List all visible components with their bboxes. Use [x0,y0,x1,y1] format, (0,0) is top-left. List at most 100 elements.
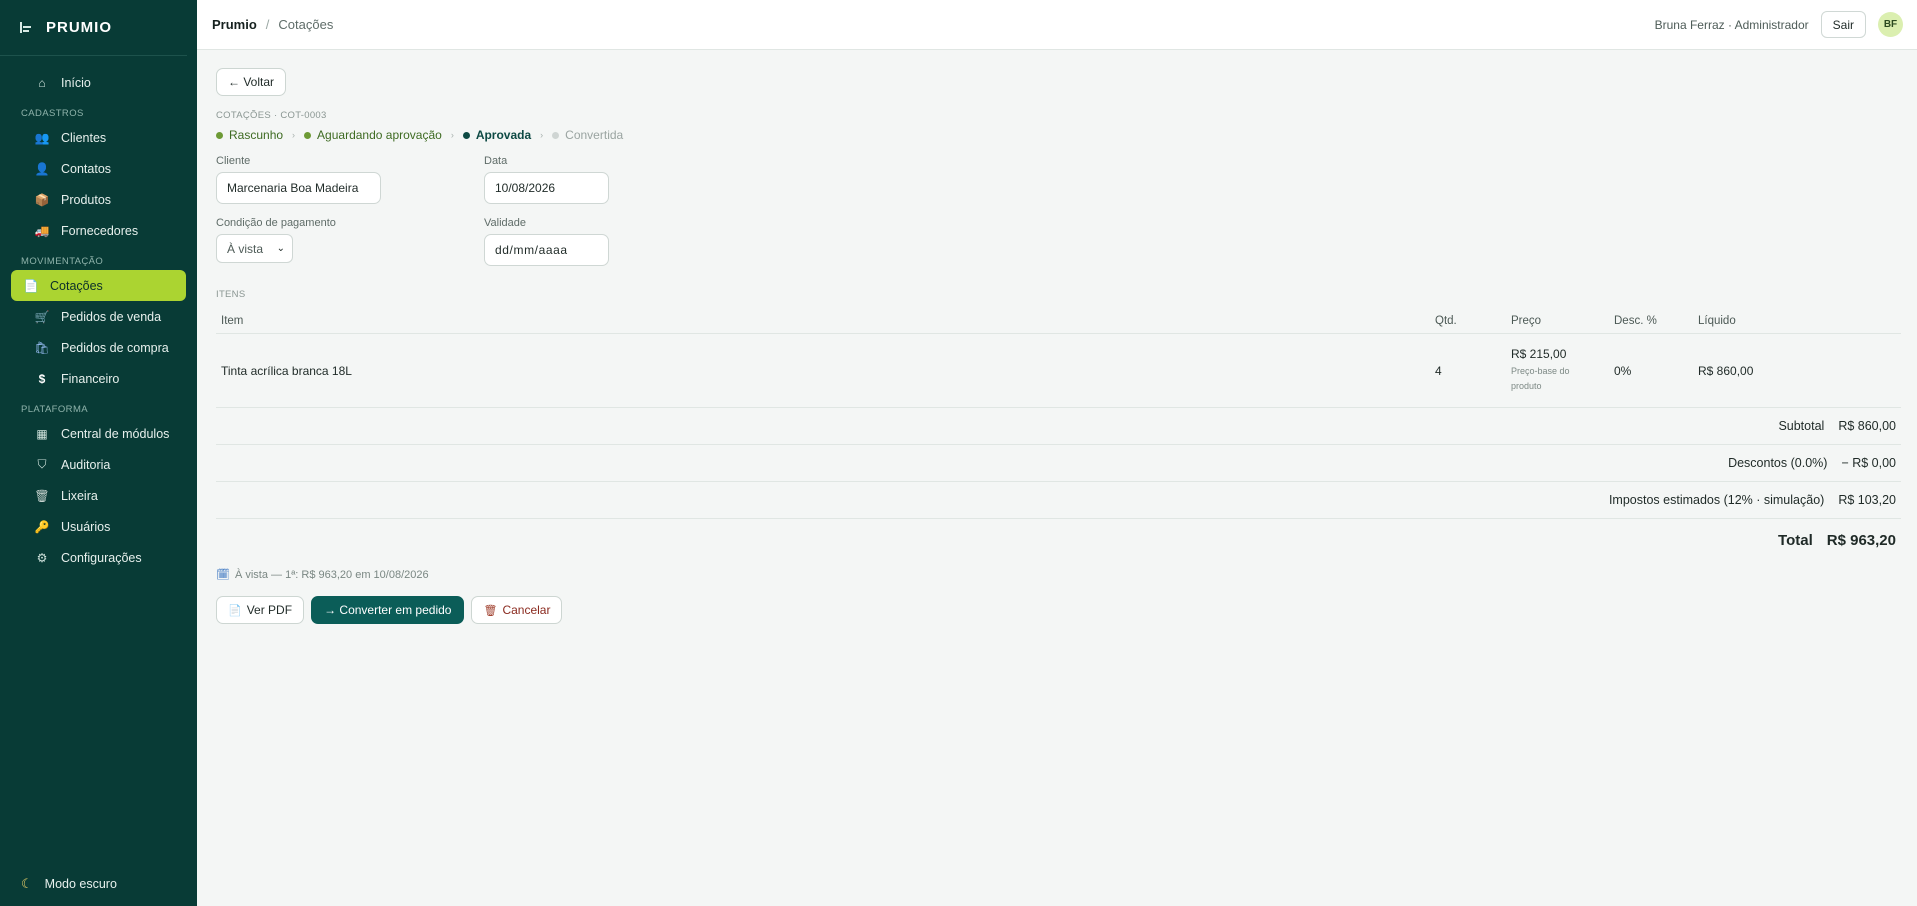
sidebar-item-label: Financeiro [61,371,120,386]
cell-item: Tinta acrílica branca 18L [221,363,352,378]
dark-mode-toggle[interactable]: ☾ Modo escuro [21,876,117,892]
app-root: PRUMIO ⌂ Início CADASTROS 👥 Clientes 👤 C… [0,0,1917,906]
sidebar-item-configuracoes[interactable]: ⚙ Configurações [11,542,186,573]
sidebar-item-label: Início [61,75,91,90]
payment-note-text: À vista — 1ª: R$ 963,20 em 10/08/2026 [234,568,429,581]
sidebar-item-label: Contatos [61,161,112,176]
package-icon: 📦 [34,192,50,207]
sidebar-item-lixeira[interactable]: 🗑 Lixeira [11,480,186,511]
col-header-item: Item [221,315,244,327]
table-row: Tinta acrílica branca 18L 4 R$ 215,00 Pr… [216,334,1901,408]
cell-desc: 0% [1614,363,1632,378]
table-header: Item Qtd. Preço Desc. % Líquido [216,309,1901,334]
col-header-desc: Desc. % [1614,315,1657,327]
sidebar-item-label: Pedidos de venda [61,309,162,324]
status-stepper: Rascunho › Aguardando aprovação › Aprova… [216,128,1901,142]
sidebar-item-auditoria[interactable]: ⛉ Auditoria [11,449,186,480]
impostos-value: R$ 103,20 [1838,493,1896,507]
sidebar-item-central-modulos[interactable]: ▦ Central de módulos [11,418,186,449]
gear-icon: ⚙ [36,550,48,565]
breadcrumb-root[interactable]: Prumio [212,17,257,32]
sidebar-item-label: Configurações [61,550,142,565]
contacts-icon: 👤 [34,161,50,176]
step-dot-icon [462,131,470,139]
step-label: Aguardando aprovação [317,128,442,142]
sidebar-item-label: Fornecedores [61,223,139,238]
data-field-group: Data 10/08/2026 [484,155,684,204]
avatar[interactable]: BF [1878,12,1903,37]
truck-icon: 🚚 [34,223,50,238]
sidebar-item-label: Clientes [61,130,107,145]
user-area: Bruna Ferraz · Administrador Sair BF [1655,11,1903,38]
sidebar-item-contatos[interactable]: 👤 Contatos [11,153,186,184]
logout-button[interactable]: Sair [1820,11,1866,38]
quote-code: COTAÇÕES · COT-0003 [216,110,327,121]
sidebar-item-inicio[interactable]: ⌂ Início [11,67,186,98]
condicao-select[interactable]: À vista ⌄ [216,234,293,263]
brand[interactable]: PRUMIO [0,0,187,56]
descontos-label: Descontos (0.0%) [1728,456,1828,470]
validade-field[interactable]: dd/mm/aaaa [484,234,609,266]
trash-icon: 🗑 [483,604,498,617]
col-header-liquido: Líquido [1698,315,1736,327]
sidebar-item-financeiro[interactable]: $ Financeiro [11,363,186,394]
col-header-qtd: Qtd. [1435,315,1457,327]
subtotal-row: Subtotal R$ 860,00 [216,408,1901,445]
condicao-field-group: Condição de pagamento À vista ⌄ [216,217,484,266]
topbar: Prumio / Cotações Bruna Ferraz · Adminis… [197,0,1917,50]
cell-preco: R$ 215,00 Preço-base do produto [1511,347,1614,394]
step-dot-icon [216,131,223,139]
sidebar-item-usuarios[interactable]: 🔑 Usuários [11,511,186,542]
brand-name: PRUMIO [46,19,112,36]
trash-icon: 🗑 [34,488,50,503]
sidebar-item-clientes[interactable]: 👥 Clientes [11,122,186,153]
sidebar-item-label: Cotações [50,278,103,293]
step-label: Aprovada [475,128,532,142]
sidebar-item-pedidos-compra[interactable]: 🛍 Pedidos de compra [11,332,186,363]
sidebar-item-label: Auditoria [61,457,111,472]
chevron-right-icon: › [540,130,544,140]
quote-form: Cliente Marcenaria Boa Madeira Data 10/0… [216,155,1901,279]
sidebar-item-label: Usuários [61,519,111,534]
convert-order-button[interactable]: → Converter em pedido [311,596,465,624]
view-pdf-button[interactable]: 📄 Ver PDF [216,596,305,624]
step-aprovada: Aprovada [462,128,532,142]
sidebar-item-produtos[interactable]: 📦 Produtos [11,184,186,215]
shield-icon: ⛉ [37,457,47,471]
totals: Subtotal R$ 860,00 Descontos (0.0%) − R$… [216,408,1901,561]
cliente-field[interactable]: Marcenaria Boa Madeira [216,172,381,204]
cancel-label: Cancelar [502,603,551,617]
action-bar: 📄 Ver PDF → Converter em pedido 🗑 Cancel… [216,596,1901,624]
cell-qtd: 4 [1435,363,1442,378]
sidebar-item-pedidos-venda[interactable]: 🛒 Pedidos de venda [11,301,186,332]
sidebar-section-title: MOVIMENTAÇÃO [21,256,104,267]
sidebar-section-title: CADASTROS [21,108,84,119]
data-field[interactable]: 10/08/2026 [484,172,609,204]
step-dot-icon [304,131,312,139]
chevron-right-icon: › [292,130,296,140]
chevron-right-icon: › [450,130,454,140]
chevron-down-icon: ⌄ [276,243,285,254]
step-convertida: Convertida [552,128,623,142]
total-label: Total [1778,531,1813,549]
sidebar-item-fornecedores[interactable]: 🚚 Fornecedores [11,215,186,246]
items-table: Item Qtd. Preço Desc. % Líquido Tinta ac… [216,309,1901,408]
sidebar-nav: ⌂ Início CADASTROS 👥 Clientes 👤 Contatos… [0,56,197,573]
step-label: Rascunho [229,128,284,142]
home-icon: ⌂ [38,75,46,90]
subtotal-value: R$ 860,00 [1838,419,1896,433]
sidebar-section-title: PLATAFORMA [21,404,88,415]
validade-field-group: Validade dd/mm/aaaa [484,217,684,266]
cliente-field-group: Cliente Marcenaria Boa Madeira [216,155,484,204]
clients-icon: 👥 [34,130,50,145]
col-header-preco: Preço [1511,315,1542,327]
step-dot-icon [552,131,560,139]
condicao-label: Condição de pagamento [216,217,336,229]
back-button[interactable]: ← Voltar [216,68,287,96]
grid-icon: ▦ [36,426,48,441]
brand-logo-icon [20,21,34,35]
sidebar-item-label: Pedidos de compra [61,340,169,355]
sidebar-item-cotacoes[interactable]: 📄 Cotações [11,270,186,301]
impostos-label: Impostos estimados (12% · simulação) [1608,493,1825,507]
cancel-quote-button[interactable]: 🗑 Cancelar [471,596,563,624]
